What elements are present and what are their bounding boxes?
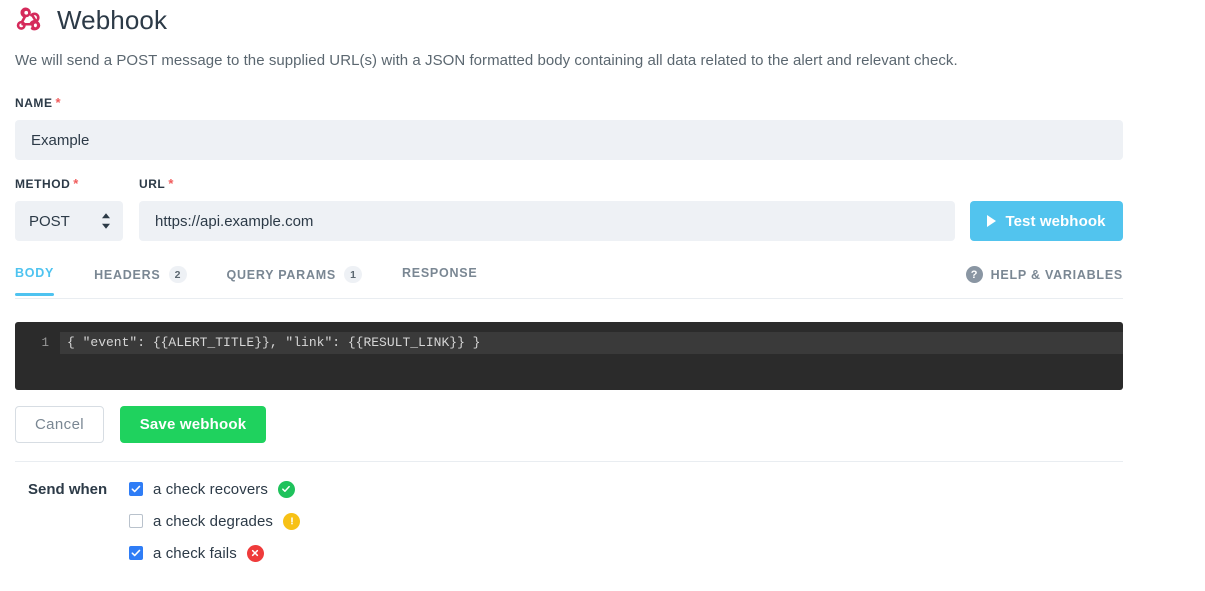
tab-body[interactable]: BODY [15,266,55,296]
url-input[interactable] [139,201,955,241]
name-label-text: NAME [15,96,53,110]
name-label: NAME * [15,95,61,110]
name-required-marker: * [55,95,62,110]
cancel-button[interactable]: Cancel [15,406,104,443]
code-line[interactable]: 1 { "event": {{ALERT_TITLE}}, "link": {{… [15,332,1123,354]
option-check-recovers[interactable]: a check recovers [129,480,300,498]
tab-query-params[interactable]: QUERY PARAMS 1 [227,266,362,298]
play-icon [987,215,997,227]
page-header: Webhook [15,5,167,35]
send-when-label: Send when [28,481,108,498]
webhook-settings-page: Webhook We will send a POST message to t… [0,0,1205,591]
line-number: 1 [15,332,60,354]
question-mark-icon: ? [965,266,983,283]
section-divider [15,461,1123,462]
save-webhook-button[interactable]: Save webhook [120,406,266,443]
url-label-text: URL [139,177,166,191]
option-label-check-degrades: a check degrades [153,512,274,530]
close-icon [246,544,264,562]
help-and-variables-link[interactable]: ? HELP & VARIABLES [965,266,1123,283]
method-select[interactable]: POST [15,201,123,241]
check-icon [277,480,295,498]
tab-body-label: BODY [15,266,55,280]
option-check-fails[interactable]: a check fails [129,544,300,562]
body-code-editor[interactable]: 1 { "event": {{ALERT_TITLE}}, "link": {{… [15,322,1123,390]
tab-query-params-badge: 1 [343,266,362,283]
test-webhook-label: Test webhook [1005,212,1106,230]
tab-response-label: RESPONSE [401,266,478,280]
tab-query-params-label: QUERY PARAMS [226,267,336,282]
webhook-icon [16,7,41,31]
method-required-marker: * [73,176,79,191]
tab-headers[interactable]: HEADERS 2 [94,266,187,298]
option-check-degrades[interactable]: a check degrades [129,512,301,530]
method-label-text: METHOD [15,177,71,191]
checkbox-check-fails[interactable] [129,546,143,560]
name-input[interactable] [15,120,1123,160]
help-and-variables-label: HELP & VARIABLES [990,267,1123,282]
page-title: Webhook [57,5,168,35]
url-required-marker: * [168,176,174,191]
page-description: We will send a POST message to the suppl… [15,52,958,69]
method-label: METHOD * [15,176,79,191]
checkbox-check-degrades[interactable] [129,514,143,528]
option-label-check-fails: a check fails [153,544,237,562]
option-label-check-recovers: a check recovers [153,480,268,498]
code-line-text[interactable]: { "event": {{ALERT_TITLE}}, "link": {{RE… [60,332,1123,354]
test-webhook-button[interactable]: Test webhook [970,201,1123,241]
tab-headers-badge: 2 [168,266,187,283]
tab-bar: BODY HEADERS 2 QUERY PARAMS 1 RESPONSE ?… [15,266,1123,299]
exclamation-icon [283,512,301,530]
tab-headers-label: HEADERS [94,267,161,282]
tab-response[interactable]: RESPONSE [402,266,477,295]
checkbox-check-recovers[interactable] [129,482,143,496]
send-when-options: a check recovers a check degrades a chec… [129,480,301,562]
url-label: URL * [139,176,174,191]
